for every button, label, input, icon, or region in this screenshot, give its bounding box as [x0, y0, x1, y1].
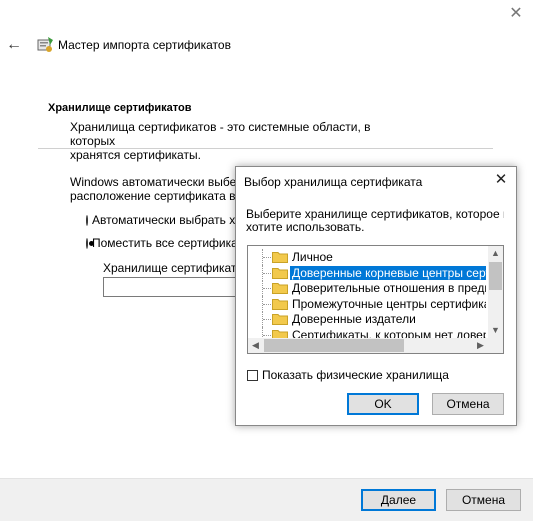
- folder-icon: [272, 252, 288, 263]
- close-window-button[interactable]: ✕: [506, 4, 526, 24]
- section-description-line: хранятся сертификаты.: [70, 148, 201, 162]
- folder-icon: [272, 314, 288, 325]
- radio-button-checked[interactable]: [86, 237, 94, 249]
- scroll-up-icon[interactable]: ▲: [488, 246, 503, 261]
- folder-icon: [272, 298, 288, 310]
- scroll-down-icon[interactable]: ▼: [488, 323, 503, 338]
- tree-item[interactable]: Доверенные издатели: [248, 311, 488, 327]
- next-button[interactable]: Далее: [361, 489, 436, 511]
- dialog-title: Выбор хранилища сертификата: [244, 175, 423, 189]
- vertical-scroll-thumb[interactable]: [489, 262, 502, 290]
- tree-item-label: Личное: [292, 250, 333, 264]
- radio-button[interactable]: [86, 214, 88, 226]
- tree-connector: [262, 249, 271, 265]
- tree-connector: [262, 311, 271, 327]
- wizard-title: Мастер импорта сертификатов: [58, 38, 231, 52]
- tree-item[interactable]: Личное: [248, 249, 488, 265]
- radio-auto-select[interactable]: Автоматически выбрать хранилище: [86, 213, 236, 227]
- folder-icon: [272, 283, 288, 294]
- show-physical-stores-checkbox[interactable]: Показать физические хранилища: [247, 368, 449, 382]
- section-title: Хранилище сертификатов: [48, 102, 192, 114]
- radio-auto-label: Автоматически выбрать хранилище: [92, 213, 236, 227]
- scrollbar-corner: [488, 338, 503, 353]
- placement-description: Windows автоматически выберет расположен…: [70, 175, 240, 203]
- radio-manual-select[interactable]: Поместить все сертификаты: [86, 236, 236, 250]
- store-field-label: Хранилище сертификатов: [103, 261, 235, 275]
- tree-item[interactable]: Промежуточные центры сертификации: [248, 295, 488, 312]
- ok-button[interactable]: OK: [347, 393, 419, 415]
- scroll-right-icon[interactable]: ▶: [473, 338, 488, 353]
- show-physical-stores-label: Показать физические хранилища: [262, 368, 449, 382]
- dialog-description: Выберите хранилище сертификатов, которое…: [246, 208, 504, 234]
- section-description-line: Хранилища сертификатов - это системные о…: [70, 120, 371, 148]
- section-divider: [38, 148, 493, 149]
- tree-connector: [262, 295, 271, 312]
- select-store-dialog: Выбор хранилища сертификата ✕ Выберите х…: [235, 166, 517, 426]
- placement-description-line: расположение сертификата вручную: [70, 189, 240, 203]
- tree-item-label: Доверительные отношения в предприятии: [292, 281, 486, 295]
- horizontal-scroll-thumb[interactable]: [264, 339, 404, 352]
- vertical-scrollbar[interactable]: ▲ ▼: [488, 246, 503, 338]
- tree-item-label: Доверенные корневые центры сертификации: [290, 265, 486, 280]
- certificate-wizard-icon: [37, 37, 53, 52]
- tree-item-label: Доверенные издатели: [292, 312, 416, 326]
- placement-description-line: Windows автоматически выберет: [70, 175, 240, 189]
- dialog-cancel-button[interactable]: Отмена: [432, 393, 504, 415]
- section-description: Хранилища сертификатов - это системные о…: [70, 120, 410, 162]
- radio-manual-label: Поместить все сертификаты: [92, 236, 236, 250]
- store-input[interactable]: [103, 277, 243, 297]
- back-arrow-icon[interactable]: ←: [6, 36, 22, 54]
- dialog-close-icon[interactable]: ✕: [492, 171, 510, 189]
- folder-icon: [272, 267, 288, 279]
- tree-connector: [262, 280, 271, 296]
- tree-connector: [262, 264, 271, 281]
- tree-item[interactable]: Доверенные корневые центры сертификации: [248, 264, 488, 281]
- horizontal-scrollbar[interactable]: ◀ ▶: [248, 338, 488, 353]
- scroll-left-icon[interactable]: ◀: [248, 338, 263, 353]
- dialog-description-line: Выберите хранилище сертификатов, которое…: [246, 208, 504, 221]
- tree-item[interactable]: Доверительные отношения в предприятии: [248, 280, 488, 296]
- cancel-button[interactable]: Отмена: [446, 489, 521, 511]
- dialog-description-line: хотите использовать.: [246, 221, 365, 234]
- store-tree[interactable]: ЛичноеДоверенные корневые центры сертифи…: [247, 245, 504, 354]
- tree-item-label: Промежуточные центры сертификации: [292, 296, 486, 311]
- checkbox[interactable]: [247, 369, 258, 381]
